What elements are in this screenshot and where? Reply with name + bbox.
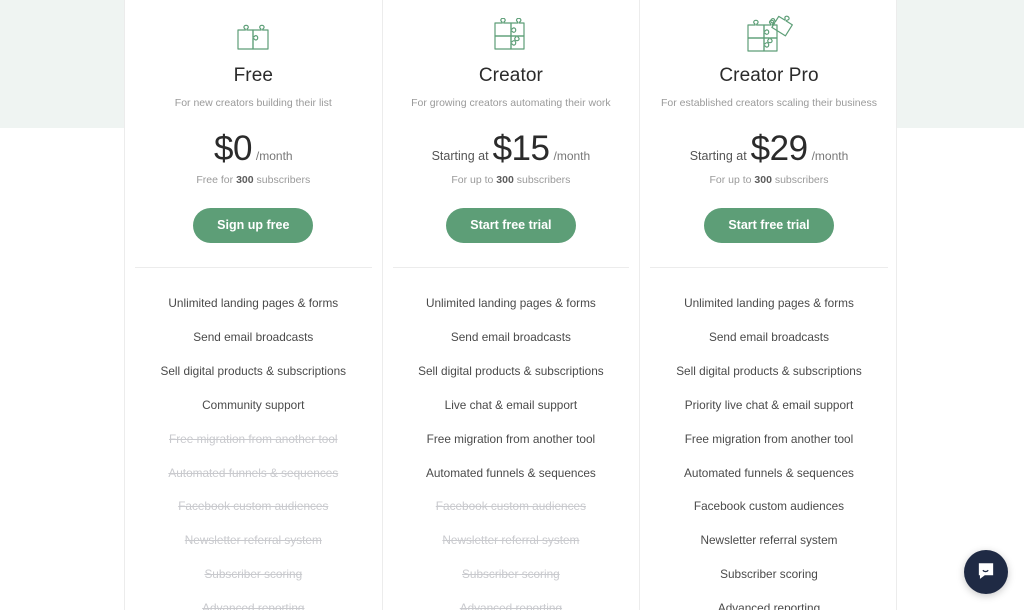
- cta-container: Start free trial: [393, 207, 630, 243]
- subscriber-note-suffix: subscribers: [253, 173, 311, 186]
- subscriber-count: 300: [236, 173, 254, 186]
- feature-item-included: Automated funnels & sequences: [684, 465, 854, 480]
- plan-name: Creator Pro: [719, 65, 819, 86]
- feature-item-included: Send email broadcasts: [450, 329, 571, 344]
- puzzle-two-pieces-icon: [135, 0, 372, 56]
- feature-item-included: Community support: [202, 397, 305, 412]
- price-amount: $15: [492, 128, 550, 168]
- price-period: /month: [811, 148, 849, 163]
- subscriber-note-prefix: Free for: [196, 173, 237, 186]
- plan-price: Starting at $29/month: [650, 131, 888, 166]
- feature-item-excluded: Facebook custom audiences: [435, 499, 586, 514]
- price-amount: $0: [213, 128, 252, 168]
- feature-item-included: Priority live chat & email support: [684, 397, 854, 412]
- plan-column-creator: Creator For growing creators automating t…: [383, 0, 641, 610]
- feature-item-included: Subscriber scoring: [720, 567, 818, 582]
- feature-item-included: Automated funnels & sequences: [425, 465, 596, 480]
- subscriber-note: For up to 300 subscribers: [650, 174, 888, 186]
- feature-item-excluded: Automated funnels & sequences: [168, 465, 339, 480]
- plan-column-creator-pro: Creator Pro For established creators scal…: [640, 0, 898, 610]
- subscriber-note-suffix: subscribers: [513, 173, 571, 186]
- feature-item-excluded: Free migration from another tool: [169, 431, 338, 446]
- feature-item-excluded: Facebook custom audiences: [178, 499, 329, 514]
- plan-header: Free For new creators building their list…: [125, 0, 382, 268]
- feature-list: Unlimited landing pages & forms Send emai…: [125, 268, 382, 610]
- price-prefix: Starting at: [431, 148, 489, 163]
- feature-item-excluded: Subscriber scoring: [204, 567, 303, 582]
- plan-price: $0/month: [135, 131, 372, 166]
- feature-item-included: Newsletter referral system: [700, 533, 838, 548]
- plan-price: Starting at $15/month: [393, 131, 630, 166]
- cta-container: Sign up free: [135, 207, 372, 243]
- feature-item-included: Free migration from another tool: [426, 431, 596, 446]
- feature-item-excluded: Advanced reporting: [459, 601, 563, 610]
- price-period: /month: [553, 148, 591, 163]
- feature-item-included: Live chat & email support: [444, 397, 578, 412]
- pricing-table: Free For new creators building their list…: [124, 0, 897, 610]
- feature-item-included: Send email broadcasts: [708, 329, 829, 344]
- chat-launcher-button[interactable]: [964, 550, 1008, 594]
- feature-item-included: Sell digital products & subscriptions: [160, 363, 347, 378]
- plan-header: Creator Pro For established creators scal…: [640, 0, 898, 268]
- feature-list: Unlimited landing pages & forms Send emai…: [640, 268, 898, 610]
- feature-list: Unlimited landing pages & forms Send emai…: [383, 268, 640, 610]
- plan-header: Creator For growing creators automating t…: [383, 0, 640, 268]
- feature-item-included: Sell digital products & subscriptions: [676, 363, 862, 378]
- subscriber-note: For up to 300 subscribers: [393, 174, 630, 186]
- plan-tagline: For established creators scaling their b…: [661, 97, 877, 109]
- chat-bubble-smile-icon: [975, 560, 997, 585]
- plan-tagline: For new creators building their list: [174, 97, 332, 109]
- puzzle-three-pieces-icon: [393, 0, 630, 56]
- feature-item-included: Unlimited landing pages & forms: [684, 295, 854, 310]
- feature-item-excluded: Advanced reporting: [202, 601, 305, 610]
- cta-button[interactable]: Start free trial: [446, 207, 576, 243]
- subscriber-note-suffix: subscribers: [771, 173, 829, 186]
- feature-item-included: Unlimited landing pages & forms: [168, 295, 339, 310]
- feature-item-included: Advanced reporting: [717, 601, 821, 610]
- plan-name: Creator: [478, 65, 543, 86]
- subscriber-note: Free for 300 subscribers: [135, 174, 372, 186]
- feature-item-included: Facebook custom audiences: [693, 499, 845, 514]
- plan-tagline: For growing creators automating their wo…: [411, 97, 611, 109]
- feature-item-included: Sell digital products & subscriptions: [418, 363, 604, 378]
- subscriber-note-prefix: For up to: [451, 173, 497, 186]
- price-amount: $29: [750, 128, 808, 168]
- subscriber-count: 300: [496, 173, 514, 186]
- cta-button[interactable]: Start free trial: [704, 207, 834, 243]
- subscriber-count: 300: [754, 173, 772, 186]
- subscriber-note-prefix: For up to: [709, 173, 755, 186]
- plan-name: Free: [233, 65, 274, 86]
- feature-item-excluded: Newsletter referral system: [442, 533, 580, 548]
- feature-item-included: Free migration from another tool: [684, 431, 854, 446]
- cta-container: Start free trial: [650, 207, 888, 243]
- cta-button[interactable]: Sign up free: [193, 207, 314, 243]
- plan-column-free: Free For new creators building their list…: [125, 0, 383, 610]
- feature-item-excluded: Newsletter referral system: [184, 533, 322, 548]
- feature-item-included: Unlimited landing pages & forms: [425, 295, 596, 310]
- price-prefix: Starting at: [689, 148, 747, 163]
- feature-item-included: Send email broadcasts: [193, 329, 314, 344]
- puzzle-four-pieces-icon: [650, 0, 888, 56]
- feature-item-excluded: Subscriber scoring: [462, 567, 560, 582]
- price-period: /month: [255, 148, 293, 163]
